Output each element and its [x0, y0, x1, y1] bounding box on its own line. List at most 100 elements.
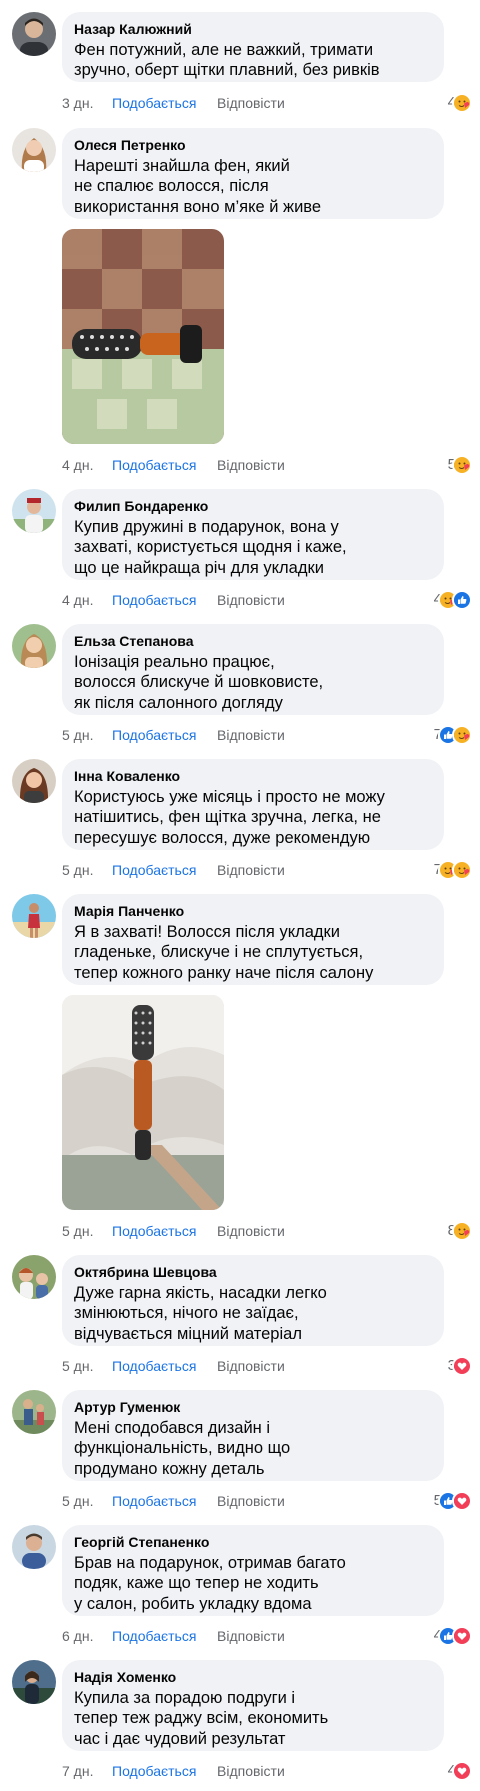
comment-actions: 4 дн. Подобається Відповісти 5	[62, 455, 472, 475]
like-button[interactable]: Подобається	[112, 93, 196, 113]
reaction-summary[interactable]: 4	[434, 589, 472, 611]
comment-text-line: подяк, каже що тепер не ходить	[74, 1574, 319, 1593]
reaction-summary[interactable]: 8	[448, 1220, 472, 1242]
comment-text: Купив дружині в подарунок, вона у захват…	[74, 517, 432, 578]
comment-bubble: Інна Коваленко Користуюсь уже місяць і п…	[62, 759, 444, 850]
comment-text-line: Іонізація реально працює,	[74, 653, 275, 671]
comment-text-line: тепер теж раджу всім, економить	[74, 1709, 329, 1728]
comment-author[interactable]: Олеся Петренко	[74, 136, 432, 154]
comment-actions: 5 дн. Подобається Відповісти 5	[62, 1491, 472, 1511]
reply-button[interactable]: Відповісти	[217, 590, 285, 610]
like-button[interactable]: Подобається	[112, 725, 196, 745]
comment-author[interactable]: Надія Хоменко	[74, 1668, 432, 1686]
comment-text-line: гладеньке, блискуче і не сплутується,	[74, 943, 364, 962]
comment-photo[interactable]	[62, 229, 224, 444]
reply-button[interactable]: Відповісти	[217, 1626, 285, 1646]
comment-time[interactable]: 5 дн.	[62, 1356, 93, 1376]
reply-button[interactable]: Відповісти	[217, 725, 285, 745]
comment-text-line: Мені сподобався дизайн і	[74, 1419, 271, 1437]
comment-text-line: Користуюсь уже місяць і просто не можу	[74, 788, 385, 806]
like-button[interactable]: Подобається	[112, 860, 196, 880]
reply-button[interactable]: Відповісти	[217, 1356, 285, 1376]
comment-author[interactable]: Назар Калюжний	[74, 20, 432, 38]
comment-time[interactable]: 4 дн.	[62, 455, 93, 475]
comment-time[interactable]: 4 дн.	[62, 590, 93, 610]
reaction-summary[interactable]: 5	[448, 454, 472, 476]
like-button[interactable]: Подобається	[112, 1356, 196, 1376]
like-reaction-icon	[452, 590, 472, 610]
comment-text: Я в захваті! Волосся після укладки гладе…	[74, 922, 432, 983]
like-button[interactable]: Подобається	[112, 1761, 196, 1781]
care-reaction-icon	[452, 725, 472, 745]
comment-time[interactable]: 7 дн.	[62, 1761, 93, 1781]
comment-text-line: пересушує волосся, дуже рекомендую	[74, 828, 371, 847]
comment-text-line: відчувається міцний матеріал	[74, 1324, 302, 1343]
reply-button[interactable]: Відповісти	[217, 860, 285, 880]
comment-text-line: натішитись, фен щітка зручна, легка, не	[74, 808, 381, 827]
comment-author[interactable]: Артур Гуменюк	[74, 1398, 432, 1416]
avatar[interactable]	[12, 624, 56, 668]
comment-bubble: Октябрина Шевцова Дуже гарна якість, нас…	[62, 1255, 444, 1346]
comment-text-line: що це найкраща річ для укладки	[74, 558, 324, 577]
comment-text-line: зручно, оберт щітки плавний, без ривків	[74, 61, 380, 80]
comment-text: Фен потужний, але не важкий, тримати зру…	[74, 40, 432, 81]
comment-text-line: Купив дружині в подарунок, вона у	[74, 518, 339, 536]
comment-time[interactable]: 5 дн.	[62, 1491, 93, 1511]
comment-text-line: волосся блискуче й шовковисте,	[74, 673, 324, 692]
reply-button[interactable]: Відповісти	[217, 1221, 285, 1241]
comment-time[interactable]: 5 дн.	[62, 860, 93, 880]
avatar[interactable]	[12, 1525, 56, 1569]
care-reaction-icon	[452, 455, 472, 475]
reaction-summary[interactable]: 4	[448, 92, 472, 114]
care-reaction-icon	[452, 860, 472, 880]
comment-text-line: Купила за порадою подруги і	[74, 1689, 296, 1707]
reaction-summary[interactable]: 4	[448, 1760, 472, 1782]
avatar[interactable]	[12, 128, 56, 172]
avatar[interactable]	[12, 12, 56, 56]
reaction-summary[interactable]: 7	[434, 859, 472, 881]
reply-button[interactable]: Відповісти	[217, 1761, 285, 1781]
comment-time[interactable]: 5 дн.	[62, 725, 93, 745]
comment-author[interactable]: Марія Панченко	[74, 902, 432, 920]
comment-text-line: не спалює волосся, після	[74, 177, 269, 196]
comment-text-line: Дуже гарна якість, насадки легко	[74, 1284, 327, 1302]
like-button[interactable]: Подобається	[112, 590, 196, 610]
comment-author[interactable]: Інна Коваленко	[74, 767, 432, 785]
comment-bubble: Филип Бондаренко Купив дружині в подарун…	[62, 489, 444, 580]
reaction-summary[interactable]: 3	[448, 1355, 472, 1377]
avatar[interactable]	[12, 1390, 56, 1434]
comment-bubble: Георгій Степаненко Брав на подарунок, от…	[62, 1525, 444, 1616]
reaction-summary[interactable]: 7	[434, 724, 472, 746]
like-button[interactable]: Подобається	[112, 455, 196, 475]
comment-time[interactable]: 3 дн.	[62, 93, 93, 113]
comment-author[interactable]: Георгій Степаненко	[74, 1533, 432, 1551]
avatar[interactable]	[12, 1660, 56, 1704]
like-button[interactable]: Подобається	[112, 1491, 196, 1511]
reply-button[interactable]: Відповісти	[217, 93, 285, 113]
love-reaction-icon	[452, 1491, 472, 1511]
comment-author[interactable]: Филип Бондаренко	[74, 497, 432, 515]
comment-text: Брав на подарунок, отримав багато подяк,…	[74, 1553, 432, 1614]
avatar[interactable]	[12, 894, 56, 938]
care-reaction-icon	[452, 1221, 472, 1241]
love-reaction-icon	[452, 1356, 472, 1376]
like-button[interactable]: Подобається	[112, 1221, 196, 1241]
comment-time[interactable]: 5 дн.	[62, 1221, 93, 1241]
reply-button[interactable]: Відповісти	[217, 455, 285, 475]
reply-button[interactable]: Відповісти	[217, 1491, 285, 1511]
comment-text-line: продумано кожну деталь	[74, 1459, 265, 1478]
love-reaction-icon	[452, 1626, 472, 1646]
avatar[interactable]	[12, 489, 56, 533]
comment-bubble: Назар Калюжний Фен потужний, але не важк…	[62, 12, 444, 82]
comment-author[interactable]: Ельза Степанова	[74, 632, 432, 650]
reaction-summary[interactable]: 5	[434, 1490, 472, 1512]
avatar[interactable]	[12, 759, 56, 803]
comment-photo[interactable]	[62, 995, 224, 1210]
comment-time[interactable]: 6 дн.	[62, 1626, 93, 1646]
comment-author[interactable]: Октябрина Шевцова	[74, 1263, 432, 1281]
avatar[interactable]	[12, 1255, 56, 1299]
like-button[interactable]: Подобається	[112, 1626, 196, 1646]
reaction-summary[interactable]: 4	[434, 1625, 472, 1647]
comment-actions: 5 дн. Подобається Відповісти 7	[62, 860, 472, 880]
comment-text: Мені сподобався дизайн і функціональніст…	[74, 1418, 432, 1479]
